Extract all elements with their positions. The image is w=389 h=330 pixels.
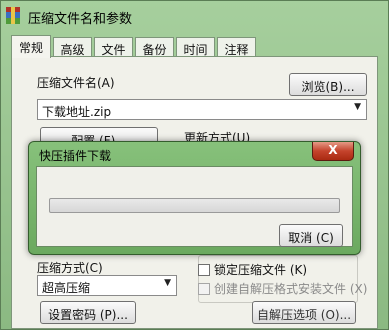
browse-button[interactable]: 浏览(B)... [289, 73, 367, 96]
create-sfx-checkbox[interactable]: 创建自解压格式安装文件 (X) [198, 280, 367, 297]
create-sfx-label: 创建自解压格式安装文件 (X) [214, 282, 368, 296]
tab-advanced[interactable]: 高级 [53, 37, 92, 57]
lock-archive-checkbox[interactable]: 锁定压缩文件 (K) [198, 261, 307, 278]
compression-method-value: 超高压缩 [42, 281, 91, 295]
tab-backup[interactable]: 备份 [135, 37, 174, 57]
dialog-title: 快压插件下载 [39, 149, 112, 163]
tab-time[interactable]: 时间 [176, 37, 215, 57]
title-bar[interactable]: 压缩文件名和参数 [1, 1, 388, 31]
cancel-button[interactable]: 取消 (C) [279, 224, 343, 247]
tab-comment[interactable]: 注释 [217, 37, 256, 57]
winrar-app-icon [6, 7, 20, 24]
compression-method-combobox[interactable]: 超高压缩 ▼ [37, 275, 177, 296]
archive-name-label: 压缩文件名(A) [37, 76, 115, 90]
sfx-options-button[interactable]: 自解压选项 (O)... [252, 301, 356, 324]
compression-method-label: 压缩方式(C) [37, 261, 103, 275]
archive-settings-window: 压缩文件名和参数 常规 高级 文件 备份 时间 注释 压缩文件名(A) 浏览(B… [0, 0, 389, 330]
set-password-button[interactable]: 设置密码 (P)... [40, 301, 136, 324]
dialog-body: 取消 (C) [36, 166, 353, 247]
checkbox-box[interactable] [198, 283, 210, 295]
lock-archive-label: 锁定压缩文件 (K) [214, 263, 308, 277]
archive-name-combobox[interactable]: 下载地址.zip ▼ [37, 99, 367, 120]
window-title: 压缩文件名和参数 [28, 12, 133, 27]
dropdown-arrow-icon[interactable]: ▼ [354, 102, 361, 112]
close-icon[interactable]: X [312, 142, 354, 161]
tab-files[interactable]: 文件 [94, 37, 133, 57]
download-progress-bar [49, 198, 340, 213]
tab-general[interactable]: 常规 [11, 35, 51, 58]
dropdown-arrow-icon[interactable]: ▼ [164, 278, 171, 288]
tab-strip: 常规 高级 文件 备份 时间 注释 [11, 35, 378, 58]
download-dialog: 快压插件下载 X 取消 (C) [28, 141, 361, 255]
checkbox-box[interactable] [198, 264, 210, 276]
archive-name-value: 下载地址.zip [42, 105, 112, 119]
